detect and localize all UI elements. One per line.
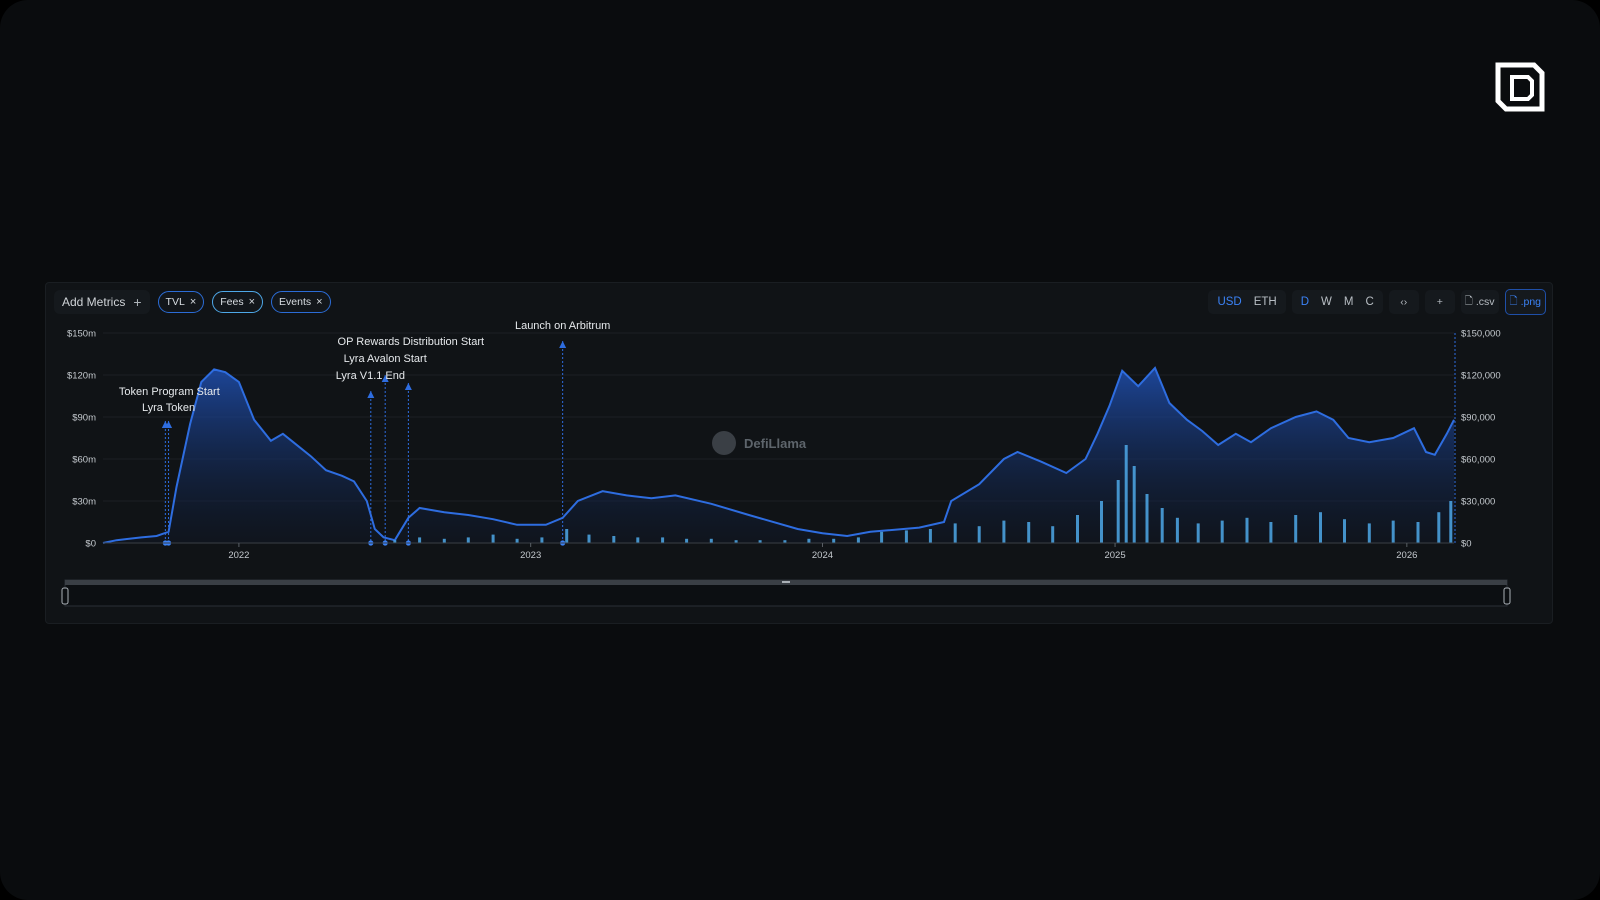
fees-bar [565,529,569,543]
fees-bar [1319,512,1322,543]
fees-bar [466,537,470,543]
fees-bar [709,538,713,543]
fees-bar [636,537,640,543]
fees-bar [880,531,884,543]
fees-bar [1437,512,1441,543]
fees-bar [587,534,591,543]
fees-bar [1220,520,1224,543]
event-label: Lyra Token [142,402,195,414]
fees-bar [1391,520,1395,543]
fees-bar [612,536,616,543]
fees-bar [1245,517,1249,543]
fees-bar [1367,523,1371,543]
left-axis-tick-label: $150m [67,329,96,340]
x-axis-tick-label: 2026 [1396,550,1417,561]
fees-bar [515,538,519,543]
fees-bar [1175,517,1179,543]
watermark: DefiLlama [712,431,807,455]
fees-bar [1002,520,1006,543]
fees-bar [1343,519,1346,543]
event-arrow-icon [559,341,567,348]
left-axis-tick-label: $60m [72,455,96,466]
x-axis-tick-label: 2022 [228,550,249,561]
fees-bar [1449,501,1453,543]
fees-bar [1051,526,1055,543]
x-axis-tick-label: 2025 [1104,550,1125,561]
x-axis-tick-label: 2023 [520,550,541,561]
fees-bar [1132,466,1136,543]
right-axis-tick-label: $0 [1461,539,1472,550]
fees-bar [1269,522,1273,543]
right-axis-tick-label: $30,000 [1461,497,1495,508]
event-label: Token Program Start [119,386,220,398]
fees-bar [1160,508,1164,543]
screenshot-frame: Add Metrics + TVL × Fees × Events × USD … [0,0,1600,900]
event-arrow-icon [404,383,412,390]
fees-bar [856,537,860,543]
x-axis-tick-label: 2024 [812,550,833,561]
slider-left-handle[interactable] [61,587,69,605]
fees-bar [540,537,544,543]
right-axis-tick-label: $60,000 [1461,455,1495,466]
fees-bar [661,537,665,543]
fees-bar [1416,522,1420,543]
watermark-text: DefiLlama [744,436,807,451]
fees-bar [1027,522,1031,543]
event-arrow-icon [367,391,375,398]
event-label: OP Rewards Distribution Start [338,336,485,348]
right-axis-tick-label: $150,000 [1461,329,1501,340]
tvl-area-fill [103,368,1454,543]
event-label: Lyra V1.1 End [336,370,405,382]
fees-bar [685,538,689,543]
left-axis-tick-label: $120m [67,371,96,382]
fees-bar [1100,501,1103,543]
fees-bar [977,526,981,543]
left-axis-tick-label: $90m [72,413,96,424]
fees-bar [442,538,446,543]
tvl-series [102,366,1455,544]
fees-bar [1116,480,1120,543]
right-axis-tick-label: $90,000 [1461,413,1495,424]
fees-bar [1196,523,1200,543]
fees-bar [1124,445,1128,543]
fees-bar [953,523,957,543]
slider-grip[interactable] [782,581,790,583]
fees-bar [832,538,836,543]
brand-logo [1495,62,1545,112]
left-axis-tick-label: $0 [85,539,96,550]
range-slider[interactable] [61,579,1511,607]
fees-bar [1145,494,1149,543]
fees-bar [1076,515,1079,543]
llama-icon [712,431,736,455]
fees-bar [807,538,811,543]
event-label: Lyra Avalon Start [344,353,427,365]
slider-right-handle[interactable] [1503,587,1511,605]
left-axis-tick-label: $30m [72,497,96,508]
tvl-fees-chart: Token Program Start Lyra Token OP Rewards … [61,320,1511,607]
fees-bar [418,537,422,543]
event-label: Launch on Arbitrum [515,320,610,332]
chart-panel: Add Metrics + TVL × Fees × Events × USD … [45,282,1553,624]
right-axis-tick-label: $120,000 [1461,371,1501,382]
fees-bar [928,529,932,543]
fees-bar [904,530,908,543]
fees-bar [491,534,495,543]
fees-bar [1294,515,1298,543]
